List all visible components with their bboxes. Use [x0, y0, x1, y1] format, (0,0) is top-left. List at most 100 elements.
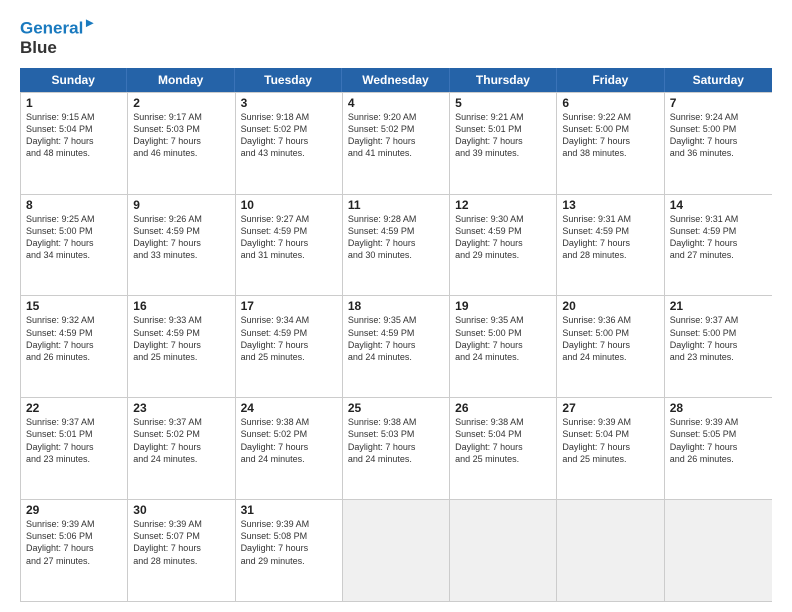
calendar: SundayMondayTuesdayWednesdayThursdayFrid… — [20, 68, 772, 602]
day-cell-17: 17Sunrise: 9:34 AM Sunset: 4:59 PM Dayli… — [236, 296, 343, 397]
day-number: 4 — [348, 96, 444, 110]
logo-blue: Blue — [20, 38, 57, 57]
day-info: Sunrise: 9:35 AM Sunset: 4:59 PM Dayligh… — [348, 314, 444, 363]
day-header-friday: Friday — [557, 68, 664, 92]
day-cell-28: 28Sunrise: 9:39 AM Sunset: 5:05 PM Dayli… — [665, 398, 772, 499]
day-info: Sunrise: 9:26 AM Sunset: 4:59 PM Dayligh… — [133, 213, 229, 262]
day-number: 7 — [670, 96, 767, 110]
day-number: 5 — [455, 96, 551, 110]
day-cell-empty — [343, 500, 450, 601]
day-cell-21: 21Sunrise: 9:37 AM Sunset: 5:00 PM Dayli… — [665, 296, 772, 397]
day-number: 30 — [133, 503, 229, 517]
day-number: 28 — [670, 401, 767, 415]
day-info: Sunrise: 9:21 AM Sunset: 5:01 PM Dayligh… — [455, 111, 551, 160]
day-info: Sunrise: 9:24 AM Sunset: 5:00 PM Dayligh… — [670, 111, 767, 160]
day-info: Sunrise: 9:18 AM Sunset: 5:02 PM Dayligh… — [241, 111, 337, 160]
day-cell-2: 2Sunrise: 9:17 AM Sunset: 5:03 PM Daylig… — [128, 93, 235, 194]
logo-general: General — [20, 19, 83, 38]
day-cell-10: 10Sunrise: 9:27 AM Sunset: 4:59 PM Dayli… — [236, 195, 343, 296]
day-cell-27: 27Sunrise: 9:39 AM Sunset: 5:04 PM Dayli… — [557, 398, 664, 499]
week-row-3: 15Sunrise: 9:32 AM Sunset: 4:59 PM Dayli… — [21, 296, 772, 398]
day-number: 8 — [26, 198, 122, 212]
day-number: 11 — [348, 198, 444, 212]
day-cell-7: 7Sunrise: 9:24 AM Sunset: 5:00 PM Daylig… — [665, 93, 772, 194]
day-info: Sunrise: 9:38 AM Sunset: 5:03 PM Dayligh… — [348, 416, 444, 465]
day-number: 18 — [348, 299, 444, 313]
week-row-2: 8Sunrise: 9:25 AM Sunset: 5:00 PM Daylig… — [21, 195, 772, 297]
day-info: Sunrise: 9:22 AM Sunset: 5:00 PM Dayligh… — [562, 111, 658, 160]
day-number: 13 — [562, 198, 658, 212]
day-cell-11: 11Sunrise: 9:28 AM Sunset: 4:59 PM Dayli… — [343, 195, 450, 296]
day-info: Sunrise: 9:39 AM Sunset: 5:04 PM Dayligh… — [562, 416, 658, 465]
day-cell-29: 29Sunrise: 9:39 AM Sunset: 5:06 PM Dayli… — [21, 500, 128, 601]
day-info: Sunrise: 9:38 AM Sunset: 5:02 PM Dayligh… — [241, 416, 337, 465]
day-cell-19: 19Sunrise: 9:35 AM Sunset: 5:00 PM Dayli… — [450, 296, 557, 397]
day-header-sunday: Sunday — [20, 68, 127, 92]
day-number: 31 — [241, 503, 337, 517]
day-info: Sunrise: 9:20 AM Sunset: 5:02 PM Dayligh… — [348, 111, 444, 160]
day-cell-6: 6Sunrise: 9:22 AM Sunset: 5:00 PM Daylig… — [557, 93, 664, 194]
day-number: 3 — [241, 96, 337, 110]
day-cell-22: 22Sunrise: 9:37 AM Sunset: 5:01 PM Dayli… — [21, 398, 128, 499]
day-cell-5: 5Sunrise: 9:21 AM Sunset: 5:01 PM Daylig… — [450, 93, 557, 194]
day-cell-23: 23Sunrise: 9:37 AM Sunset: 5:02 PM Dayli… — [128, 398, 235, 499]
day-info: Sunrise: 9:27 AM Sunset: 4:59 PM Dayligh… — [241, 213, 337, 262]
day-cell-26: 26Sunrise: 9:38 AM Sunset: 5:04 PM Dayli… — [450, 398, 557, 499]
day-cell-30: 30Sunrise: 9:39 AM Sunset: 5:07 PM Dayli… — [128, 500, 235, 601]
day-cell-18: 18Sunrise: 9:35 AM Sunset: 4:59 PM Dayli… — [343, 296, 450, 397]
day-info: Sunrise: 9:30 AM Sunset: 4:59 PM Dayligh… — [455, 213, 551, 262]
day-cell-9: 9Sunrise: 9:26 AM Sunset: 4:59 PM Daylig… — [128, 195, 235, 296]
day-cell-13: 13Sunrise: 9:31 AM Sunset: 4:59 PM Dayli… — [557, 195, 664, 296]
day-number: 14 — [670, 198, 767, 212]
day-number: 12 — [455, 198, 551, 212]
day-number: 21 — [670, 299, 767, 313]
day-number: 6 — [562, 96, 658, 110]
day-info: Sunrise: 9:34 AM Sunset: 4:59 PM Dayligh… — [241, 314, 337, 363]
header: General► Blue — [20, 16, 772, 58]
day-info: Sunrise: 9:17 AM Sunset: 5:03 PM Dayligh… — [133, 111, 229, 160]
day-cell-14: 14Sunrise: 9:31 AM Sunset: 4:59 PM Dayli… — [665, 195, 772, 296]
day-number: 10 — [241, 198, 337, 212]
day-number: 27 — [562, 401, 658, 415]
day-number: 1 — [26, 96, 122, 110]
day-number: 23 — [133, 401, 229, 415]
day-info: Sunrise: 9:37 AM Sunset: 5:00 PM Dayligh… — [670, 314, 767, 363]
day-number: 9 — [133, 198, 229, 212]
day-info: Sunrise: 9:32 AM Sunset: 4:59 PM Dayligh… — [26, 314, 122, 363]
day-number: 24 — [241, 401, 337, 415]
day-info: Sunrise: 9:39 AM Sunset: 5:07 PM Dayligh… — [133, 518, 229, 567]
day-info: Sunrise: 9:28 AM Sunset: 4:59 PM Dayligh… — [348, 213, 444, 262]
week-row-4: 22Sunrise: 9:37 AM Sunset: 5:01 PM Dayli… — [21, 398, 772, 500]
day-header-thursday: Thursday — [450, 68, 557, 92]
day-cell-empty — [557, 500, 664, 601]
day-cell-4: 4Sunrise: 9:20 AM Sunset: 5:02 PM Daylig… — [343, 93, 450, 194]
day-info: Sunrise: 9:35 AM Sunset: 5:00 PM Dayligh… — [455, 314, 551, 363]
day-cell-1: 1Sunrise: 9:15 AM Sunset: 5:04 PM Daylig… — [21, 93, 128, 194]
day-info: Sunrise: 9:39 AM Sunset: 5:06 PM Dayligh… — [26, 518, 122, 567]
day-cell-16: 16Sunrise: 9:33 AM Sunset: 4:59 PM Dayli… — [128, 296, 235, 397]
day-cell-12: 12Sunrise: 9:30 AM Sunset: 4:59 PM Dayli… — [450, 195, 557, 296]
day-number: 29 — [26, 503, 122, 517]
day-number: 19 — [455, 299, 551, 313]
day-cell-8: 8Sunrise: 9:25 AM Sunset: 5:00 PM Daylig… — [21, 195, 128, 296]
day-info: Sunrise: 9:37 AM Sunset: 5:02 PM Dayligh… — [133, 416, 229, 465]
week-row-1: 1Sunrise: 9:15 AM Sunset: 5:04 PM Daylig… — [21, 93, 772, 195]
day-info: Sunrise: 9:31 AM Sunset: 4:59 PM Dayligh… — [562, 213, 658, 262]
day-cell-3: 3Sunrise: 9:18 AM Sunset: 5:02 PM Daylig… — [236, 93, 343, 194]
day-info: Sunrise: 9:25 AM Sunset: 5:00 PM Dayligh… — [26, 213, 122, 262]
day-info: Sunrise: 9:36 AM Sunset: 5:00 PM Dayligh… — [562, 314, 658, 363]
day-number: 26 — [455, 401, 551, 415]
logo: General► Blue — [20, 16, 96, 58]
day-cell-31: 31Sunrise: 9:39 AM Sunset: 5:08 PM Dayli… — [236, 500, 343, 601]
day-number: 15 — [26, 299, 122, 313]
calendar-page: General► Blue SundayMondayTuesdayWednesd… — [0, 0, 792, 612]
calendar-body: 1Sunrise: 9:15 AM Sunset: 5:04 PM Daylig… — [20, 92, 772, 602]
day-info: Sunrise: 9:37 AM Sunset: 5:01 PM Dayligh… — [26, 416, 122, 465]
logo-text: General► Blue — [20, 16, 96, 58]
day-info: Sunrise: 9:15 AM Sunset: 5:04 PM Dayligh… — [26, 111, 122, 160]
day-header-wednesday: Wednesday — [342, 68, 449, 92]
day-cell-25: 25Sunrise: 9:38 AM Sunset: 5:03 PM Dayli… — [343, 398, 450, 499]
day-number: 22 — [26, 401, 122, 415]
day-cell-24: 24Sunrise: 9:38 AM Sunset: 5:02 PM Dayli… — [236, 398, 343, 499]
day-header-tuesday: Tuesday — [235, 68, 342, 92]
